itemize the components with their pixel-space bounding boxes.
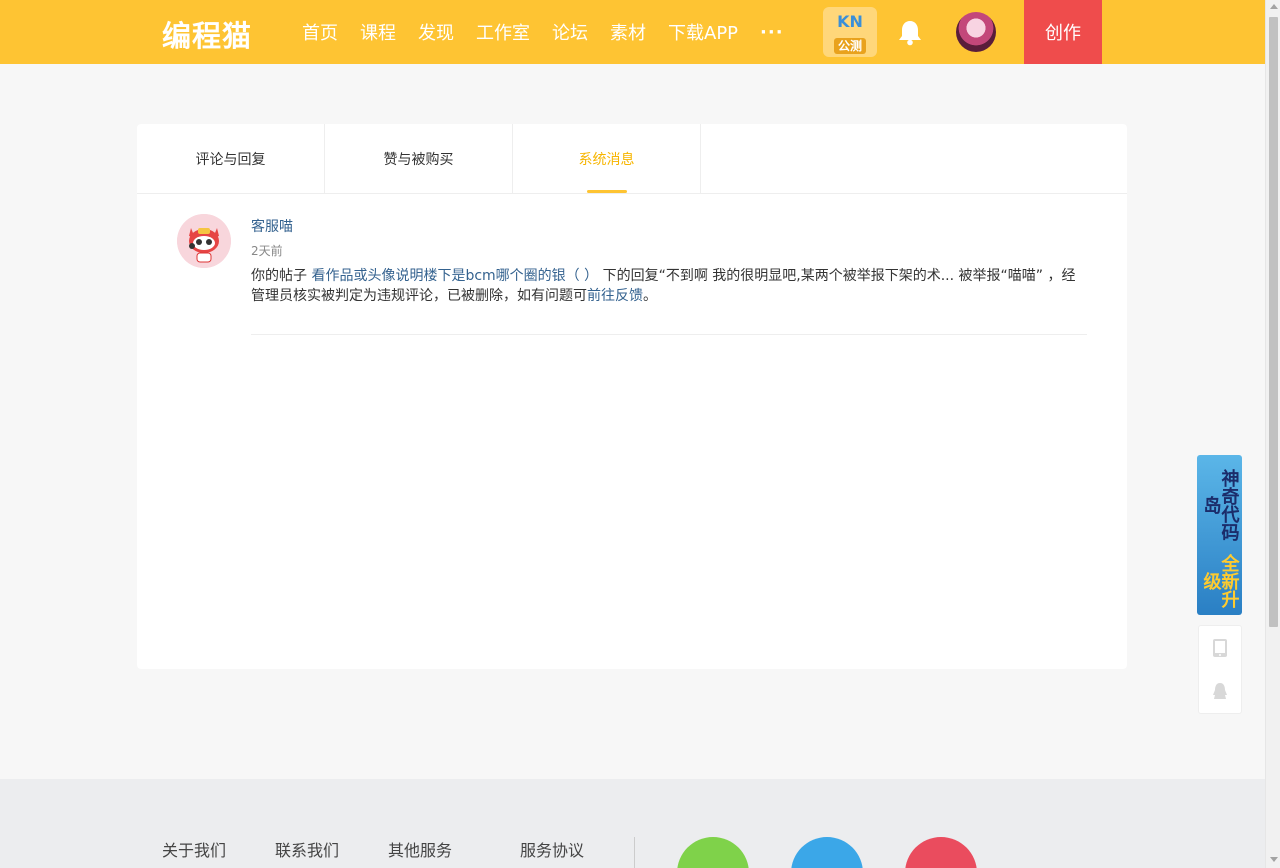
kn-badge-subtitle: 公测 — [833, 38, 866, 54]
promo-text-a: 神奇代码岛 — [1200, 469, 1240, 542]
message-tabs: 评论与回复 赞与被购买 系统消息 — [137, 124, 1127, 194]
nav-discover[interactable]: 发现 — [418, 19, 454, 45]
footer-contact-us[interactable]: 联系我们 — [275, 837, 339, 861]
footer-other-services[interactable]: 其他服务 — [388, 837, 452, 861]
message-time: 2天前 — [251, 244, 283, 258]
main-nav: 首页 课程 发现 工作室 论坛 素材 下载APP ··· — [302, 0, 784, 64]
tab-likes-purchases[interactable]: 赞与被购买 — [325, 124, 513, 193]
post-link[interactable]: 看作品或头像说明楼下是bcm哪个圈的银（ ） — [311, 268, 598, 284]
weibo-icon[interactable] — [905, 837, 977, 868]
nav-courses[interactable]: 课程 — [360, 19, 396, 45]
nav-forum[interactable]: 论坛 — [552, 19, 588, 45]
site-logo[interactable]: 编程猫 — [162, 13, 252, 55]
page-scrollbar[interactable] — [1265, 0, 1280, 868]
tablet-icon[interactable] — [1199, 626, 1241, 670]
create-button[interactable]: 创作 — [1024, 0, 1102, 64]
site-footer: 关于我们 联系我们 其他服务 服务协议 — [0, 779, 1265, 868]
tab-comments-replies[interactable]: 评论与回复 — [137, 124, 325, 193]
code-island-promo-banner[interactable]: 神奇代码岛 全新升级 — [1197, 455, 1242, 615]
nav-studio[interactable]: 工作室 — [476, 19, 530, 45]
side-toolbar — [1198, 625, 1242, 714]
tab-system-messages[interactable]: 系统消息 — [513, 124, 701, 193]
footer-service-agreement[interactable]: 服务协议 — [520, 837, 584, 861]
more-menu-icon[interactable]: ··· — [760, 22, 784, 43]
footer-about-us[interactable]: 关于我们 — [162, 837, 226, 861]
messages-panel: 评论与回复 赞与被购买 系统消息 客服喵 2天前 你的帖子 看作品或头像说明楼下… — [137, 124, 1127, 669]
user-avatar[interactable] — [956, 12, 996, 52]
top-navbar: 编程猫 首页 课程 发现 工作室 论坛 素材 下载APP ··· KN 公测 创… — [0, 0, 1265, 64]
nav-assets[interactable]: 素材 — [610, 19, 646, 45]
message-sender[interactable]: 客服喵 — [251, 216, 293, 236]
qq-footer-icon[interactable] — [791, 837, 863, 868]
scroll-down-arrow[interactable] — [1270, 857, 1278, 862]
nav-home[interactable]: 首页 — [302, 19, 338, 45]
service-avatar[interactable] — [177, 214, 231, 268]
kn-beta-badge[interactable]: KN 公测 — [823, 7, 877, 57]
wechat-icon[interactable] — [677, 837, 749, 868]
qq-icon[interactable] — [1199, 670, 1241, 714]
nav-download-app[interactable]: 下载APP — [668, 19, 738, 45]
message-text-suffix: 。 — [643, 288, 657, 304]
message-text-prefix: 你的帖子 — [251, 268, 312, 284]
active-tab-indicator — [587, 190, 627, 193]
scroll-thumb[interactable] — [1269, 17, 1278, 627]
bell-icon[interactable] — [897, 18, 923, 46]
feedback-link[interactable]: 前往反馈 — [587, 288, 643, 304]
kn-badge-title: KN — [837, 12, 863, 31]
footer-divider — [634, 837, 635, 868]
scroll-up-arrow[interactable] — [1270, 4, 1278, 9]
message-body: 你的帖子 看作品或头像说明楼下是bcm哪个圈的银（ ） 下的回复“不到啊 我的很… — [251, 266, 1087, 306]
message-divider — [251, 334, 1087, 335]
promo-text-b: 全新升级 — [1200, 554, 1240, 609]
